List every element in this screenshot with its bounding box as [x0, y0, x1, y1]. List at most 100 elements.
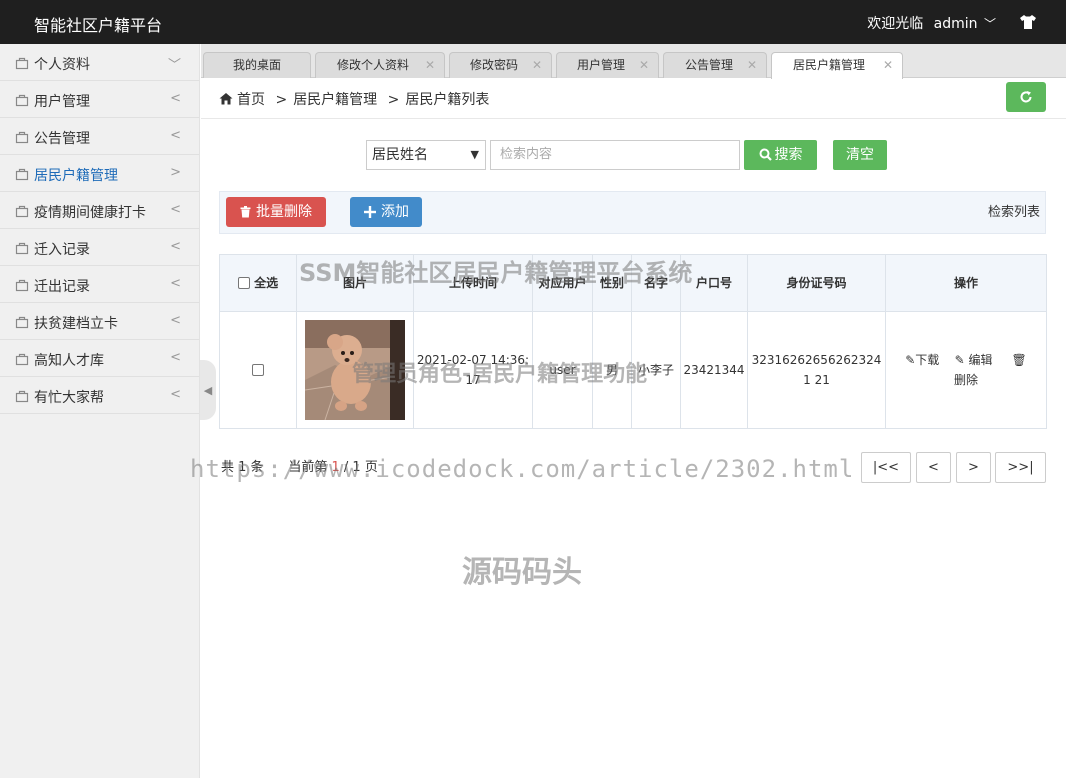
bag-icon	[15, 131, 29, 144]
tab-user-management[interactable]: 用户管理 ✕	[556, 52, 659, 78]
clear-button-label: 清空	[846, 147, 874, 163]
chevron-left-icon: <	[170, 276, 181, 291]
table-row: 2021-02-07 14:36:17 user 男 小李子 23421344 …	[219, 311, 1047, 429]
gender-cell: 男	[592, 311, 632, 429]
bag-icon	[15, 57, 29, 70]
sidebar-item-profile[interactable]: 个人资料 ﹀	[0, 44, 199, 81]
breadcrumb-section[interactable]: 居民户籍管理	[293, 92, 377, 108]
pencil-icon: ✎	[905, 353, 916, 367]
download-link[interactable]: ✎下载	[905, 353, 939, 367]
breadcrumb-separator: >	[387, 92, 400, 108]
bag-icon	[15, 279, 29, 292]
residents-table: 全选 图片 上传时间 对应用户 性别 名字 户口号 身份证号码 操作 2021-…	[219, 254, 1047, 429]
sidebar-item-health-checkin[interactable]: 疫情期间健康打卡 <	[0, 192, 199, 229]
chevron-down-icon: ▼	[470, 148, 479, 161]
page-prefix: 当前第	[288, 460, 328, 475]
list-title: 检索列表	[987, 205, 1040, 220]
row-select-cell	[219, 311, 297, 429]
download-label: 下载	[915, 353, 940, 367]
clear-button[interactable]: 清空	[833, 140, 887, 170]
sidebar-item-talent-pool[interactable]: 高知人才库 <	[0, 340, 199, 377]
select-all-header[interactable]: 全选	[219, 254, 297, 312]
bag-icon	[15, 390, 29, 403]
top-bar: 智能社区户籍平台 欢迎光临 admin ﹀	[0, 0, 1066, 44]
breadcrumb-home[interactable]: 首页	[237, 92, 265, 108]
tab-label: 居民户籍管理	[793, 58, 866, 72]
sidebar-item-label: 用户管理	[34, 94, 90, 110]
refresh-button[interactable]	[1006, 82, 1046, 112]
main-content: 我的桌面 修改个人资料 ✕ 修改密码 ✕ 用户管理 ✕ 公告管理 ✕ 居民户籍管…	[201, 44, 1066, 778]
bag-icon	[15, 353, 29, 366]
sidebar-item-label: 疫情期间健康打卡	[34, 205, 146, 221]
app-title: 智能社区户籍平台	[34, 16, 163, 35]
row-checkbox[interactable]	[252, 364, 264, 376]
name-cell: 小李子	[631, 311, 681, 429]
tab-announcements[interactable]: 公告管理 ✕	[663, 52, 767, 78]
tab-change-password[interactable]: 修改密码 ✕	[449, 52, 552, 78]
trash-icon: 🗑	[1011, 353, 1027, 367]
last-page-button[interactable]: >>|	[995, 452, 1046, 483]
total-count: 共 1 条	[221, 460, 264, 475]
close-icon[interactable]: ✕	[425, 53, 435, 77]
first-page-button[interactable]: |<<	[861, 452, 911, 483]
select-all-label: 全选	[254, 275, 279, 290]
sidebar-item-residents[interactable]: 居民户籍管理 >	[0, 155, 199, 192]
user-menu[interactable]: 欢迎光临 admin ﹀	[867, 13, 996, 33]
close-icon[interactable]: ✕	[883, 53, 893, 77]
tshirt-icon[interactable]	[1018, 12, 1038, 32]
pencil-icon: ✎	[954, 353, 965, 367]
bag-icon	[15, 94, 29, 107]
column-header: 上传时间	[413, 254, 533, 312]
bag-icon	[15, 168, 29, 181]
tab-edit-profile[interactable]: 修改个人资料 ✕	[315, 52, 445, 78]
close-icon[interactable]: ✕	[639, 53, 649, 77]
tab-desktop[interactable]: 我的桌面	[203, 52, 311, 78]
sidebar-item-label: 公告管理	[34, 131, 90, 147]
edit-link[interactable]: ✎ 编辑	[955, 353, 993, 367]
column-header: 户口号	[680, 254, 748, 312]
sidebar-item-mutual-help[interactable]: 有忙大家帮 <	[0, 377, 199, 414]
add-button[interactable]: 添加	[350, 197, 422, 227]
tab-label: 用户管理	[577, 58, 626, 72]
divider	[201, 118, 1066, 119]
close-icon[interactable]: ✕	[747, 53, 757, 77]
sidebar-item-label: 个人资料	[34, 57, 90, 73]
tab-resident-management[interactable]: 居民户籍管理 ✕	[771, 52, 903, 79]
chevron-right-icon: >	[170, 165, 181, 180]
tab-label: 我的桌面	[232, 58, 281, 72]
search-icon	[759, 148, 772, 161]
column-header: 图片	[296, 254, 414, 312]
search-input[interactable]: 检索内容	[490, 140, 740, 170]
sidebar-item-label: 居民户籍管理	[34, 168, 118, 184]
home-icon	[219, 93, 233, 105]
chevron-left-icon: <	[170, 313, 181, 328]
sidebar: 个人资料 ﹀ 用户管理 < 公告管理 < 居民户籍管理 > 疫情期间健康打卡 <…	[0, 44, 200, 778]
batch-delete-button[interactable]: 批量删除	[226, 197, 326, 227]
search-field-select[interactable]: 居民姓名 ▼	[366, 140, 486, 170]
chevron-left-icon: <	[170, 350, 181, 365]
prev-page-button[interactable]: <	[916, 452, 951, 483]
resident-photo[interactable]	[305, 320, 405, 420]
search-button[interactable]: 搜索	[744, 140, 817, 170]
tab-label: 修改个人资料	[337, 58, 410, 72]
sidebar-item-move-out[interactable]: 迁出记录 <	[0, 266, 199, 303]
refresh-icon	[1020, 91, 1032, 103]
batch-delete-label: 批量删除	[256, 204, 312, 220]
next-page-button[interactable]: >	[956, 452, 991, 483]
sidebar-item-poverty-files[interactable]: 扶贫建档立卡 <	[0, 303, 199, 340]
sidebar-item-users[interactable]: 用户管理 <	[0, 81, 199, 118]
tab-label: 修改密码	[470, 58, 519, 72]
select-all-checkbox[interactable]	[237, 276, 250, 289]
close-icon[interactable]: ✕	[532, 53, 542, 77]
tab-label: 公告管理	[685, 58, 734, 72]
table-header-row: 全选 图片 上传时间 对应用户 性别 名字 户口号 身份证号码 操作	[219, 254, 1047, 312]
breadcrumb: 首页 > 居民户籍管理 > 居民户籍列表	[219, 89, 489, 109]
delete-label: 删除	[953, 373, 978, 387]
welcome-text: 欢迎光临	[867, 16, 924, 32]
sidebar-item-move-in[interactable]: 迁入记录 <	[0, 229, 199, 266]
upload-time-cell: 2021-02-07 14:36:17	[413, 311, 533, 429]
actions-cell: ✎下载 ✎ 编辑 🗑 删除	[885, 311, 1047, 429]
sidebar-item-announcements[interactable]: 公告管理 <	[0, 118, 199, 155]
column-header: 对应用户	[532, 254, 593, 312]
breadcrumb-current: 居民户籍列表	[405, 92, 490, 108]
